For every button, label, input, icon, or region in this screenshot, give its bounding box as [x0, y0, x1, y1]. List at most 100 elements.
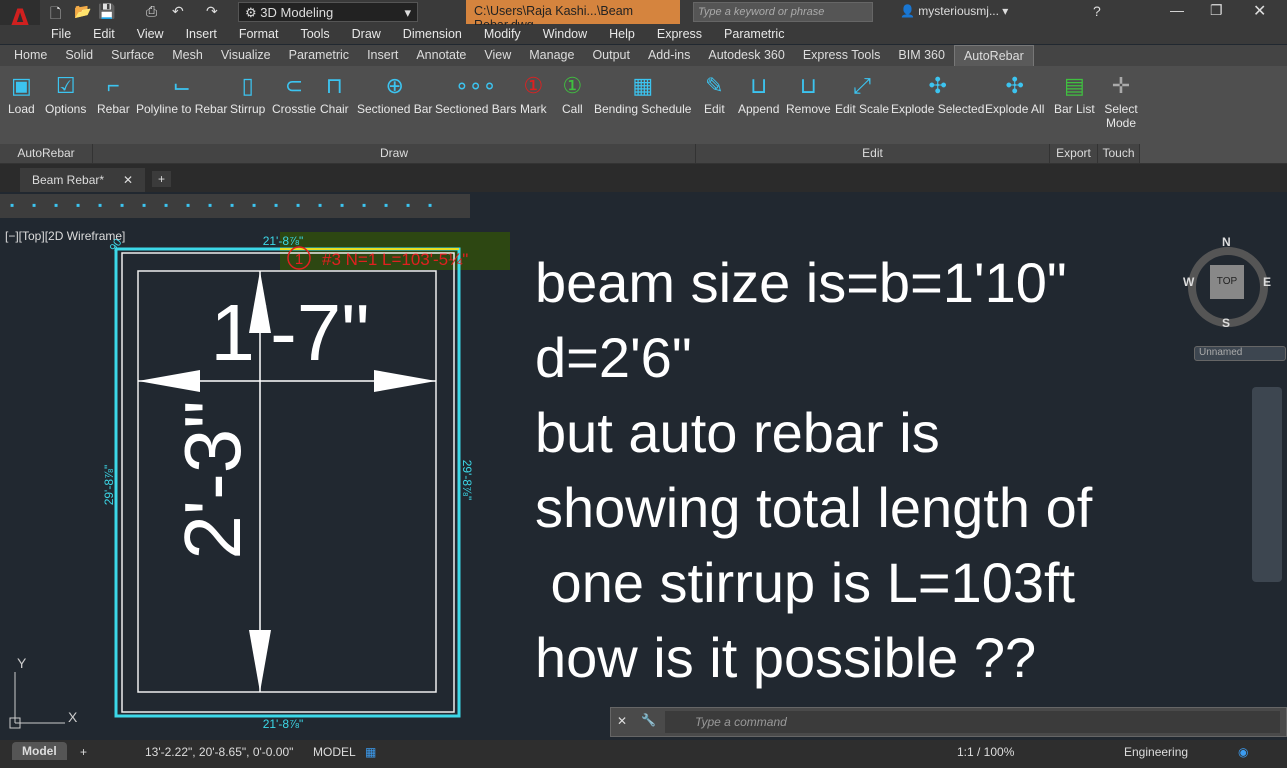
save-icon[interactable]: 💾 [98, 3, 115, 20]
menu-item-dimension[interactable]: Dimension [392, 25, 473, 44]
tab-manage[interactable]: Manage [520, 45, 583, 66]
menu-item-insert[interactable]: Insert [175, 25, 228, 44]
toolbar-tool-icon[interactable]: ▪ [296, 198, 300, 212]
print-icon[interactable]: ⎙ [146, 3, 157, 20]
toolbar-tool-icon[interactable]: ▪ [428, 198, 432, 212]
toolbar-tool-icon[interactable]: ▪ [318, 198, 322, 212]
search-input[interactable]: Type a keyword or phrase [693, 2, 873, 22]
tool-load[interactable]: ▣ Load [8, 70, 35, 116]
viewcube-top[interactable]: TOP [1210, 265, 1244, 299]
toolbar-tool-icon[interactable]: ▪ [186, 198, 190, 212]
close-button[interactable]: ✕ [1253, 1, 1266, 21]
menu-item-edit[interactable]: Edit [82, 25, 126, 44]
toolbar-tool-icon[interactable]: ▪ [406, 198, 410, 212]
tool-remove[interactable]: ⊔ Remove [786, 70, 831, 116]
toolbar-tool-icon[interactable]: ▪ [98, 198, 102, 212]
toolbar-tool-icon[interactable]: ▪ [142, 198, 146, 212]
menu-item-modify[interactable]: Modify [473, 25, 532, 44]
menu-item-file[interactable]: File [40, 25, 82, 44]
tab-home[interactable]: Home [5, 45, 56, 66]
navigation-bar[interactable] [1252, 387, 1282, 582]
toolbar-tool-icon[interactable]: ▪ [252, 198, 256, 212]
tool-stirrup[interactable]: ▯ Stirrup [230, 70, 265, 116]
units-dropdown[interactable]: Engineering [1124, 745, 1188, 759]
tab-visualize[interactable]: Visualize [212, 45, 280, 66]
toolbar-tool-icon[interactable]: ▪ [362, 198, 366, 212]
tool-polyline-to-rebar[interactable]: ⌙ Polyline to Rebar [136, 70, 227, 116]
tool-sectioned-bar[interactable]: ⊕ Sectioned Bar [357, 70, 432, 116]
tool-chair[interactable]: ⊓ Chair [320, 70, 349, 116]
toolbar-tool-icon[interactable]: ▪ [120, 198, 124, 212]
tool-rebar[interactable]: ⌐ Rebar [97, 70, 130, 116]
tab-surface[interactable]: Surface [102, 45, 163, 66]
grid-icon[interactable]: ▦ [365, 745, 376, 759]
ucs-dropdown[interactable]: Unnamed [1194, 346, 1286, 361]
new-tab-button[interactable]: + [152, 171, 172, 187]
tool-bar-list[interactable]: ▤ Bar List [1054, 70, 1095, 116]
viewport-controls[interactable]: [−][Top][2D Wireframe] [5, 229, 125, 243]
tool-bending-schedule[interactable]: ▦ Bending Schedule [594, 70, 691, 116]
toolbar-tool-icon[interactable]: ▪ [10, 198, 14, 212]
close-icon[interactable]: ✕ [617, 714, 627, 728]
menu-item-format[interactable]: Format [228, 25, 290, 44]
menu-item-view[interactable]: View [126, 25, 175, 44]
undo-icon[interactable]: ↶ [172, 3, 184, 20]
add-layout-button[interactable]: + [80, 745, 87, 759]
toolbar-tool-icon[interactable]: ▪ [208, 198, 212, 212]
tab-add-ins[interactable]: Add-ins [639, 45, 699, 66]
tool-select-mode[interactable]: ✛ Select Mode [1103, 70, 1139, 130]
tab-view[interactable]: View [475, 45, 520, 66]
user-account[interactable]: 👤 mysteriousmj... ▾ [900, 4, 1008, 18]
toolbar-tool-icon[interactable]: ▪ [230, 198, 234, 212]
tab-autodesk-360[interactable]: Autodesk 360 [699, 45, 793, 66]
toolbar-tool-icon[interactable]: ▪ [274, 198, 278, 212]
menu-item-express[interactable]: Express [646, 25, 713, 44]
tool-explode-selected[interactable]: ✣ Explode Selected [891, 70, 984, 116]
redo-icon[interactable]: ↷ [206, 3, 218, 20]
workspace-dropdown[interactable]: ⚙ 3D Modeling ▾ [238, 2, 418, 22]
tool-crosstie[interactable]: ⊂ Crosstie [272, 70, 316, 116]
toolbar-tool-icon[interactable]: ▪ [164, 198, 168, 212]
help-icon[interactable]: ? [1093, 3, 1101, 19]
toolbar-tool-icon[interactable]: ▪ [32, 198, 36, 212]
model-tab[interactable]: Model [12, 742, 67, 760]
tab-autorebar[interactable]: AutoRebar [953, 45, 1034, 66]
tab-mesh[interactable]: Mesh [163, 45, 212, 66]
file-tab[interactable]: Beam Rebar* ✕ [20, 168, 145, 192]
annotation-scale[interactable]: 1:1 / 100% [957, 745, 1014, 759]
tool-call[interactable]: ① Call [562, 70, 583, 116]
toolbar-tool-icon[interactable]: ▪ [54, 198, 58, 212]
model-space-button[interactable]: MODEL [313, 745, 356, 759]
minimize-button[interactable]: — [1170, 2, 1184, 18]
menu-item-draw[interactable]: Draw [341, 25, 392, 44]
tool-sectioned-bars[interactable]: ∘∘∘ Sectioned Bars [435, 70, 516, 116]
tab-express-tools[interactable]: Express Tools [794, 45, 890, 66]
toolbar-tool-icon[interactable]: ▪ [76, 198, 80, 212]
tool-edit[interactable]: ✎ Edit [704, 70, 725, 116]
tab-output[interactable]: Output [583, 45, 639, 66]
tab-solid[interactable]: Solid [56, 45, 102, 66]
viewcube[interactable]: TOP N S W E [1180, 235, 1275, 335]
close-tab-icon[interactable]: ✕ [123, 173, 133, 187]
menu-item-tools[interactable]: Tools [289, 25, 340, 44]
tool-mark[interactable]: ① Mark [520, 70, 547, 116]
tool-append[interactable]: ⊔ Append [738, 70, 779, 116]
tab-bim-360[interactable]: BIM 360 [889, 45, 954, 66]
tool-explode-all[interactable]: ✣ Explode All [985, 70, 1044, 116]
tab-annotate[interactable]: Annotate [407, 45, 475, 66]
menu-item-help[interactable]: Help [598, 25, 646, 44]
tab-parametric[interactable]: Parametric [280, 45, 358, 66]
tool-options[interactable]: ☑ Options [45, 70, 86, 116]
hardware-acceleration-icon[interactable]: ◉ [1238, 745, 1248, 759]
toolbar-tool-icon[interactable]: ▪ [340, 198, 344, 212]
maximize-button[interactable]: ❐ [1210, 2, 1223, 19]
command-input[interactable]: Type a command [665, 711, 1280, 733]
menu-item-window[interactable]: Window [532, 25, 598, 44]
toolbar-tool-icon[interactable]: ▪ [384, 198, 388, 212]
open-icon[interactable]: 📂 [74, 3, 91, 20]
new-icon[interactable]: 🗋 [50, 3, 61, 27]
tab-insert[interactable]: Insert [358, 45, 407, 66]
tool-edit-scale[interactable]: ⤢ Edit Scale [835, 70, 889, 116]
wrench-icon[interactable]: 🔧 [641, 713, 656, 727]
menu-item-parametric[interactable]: Parametric [713, 25, 795, 44]
